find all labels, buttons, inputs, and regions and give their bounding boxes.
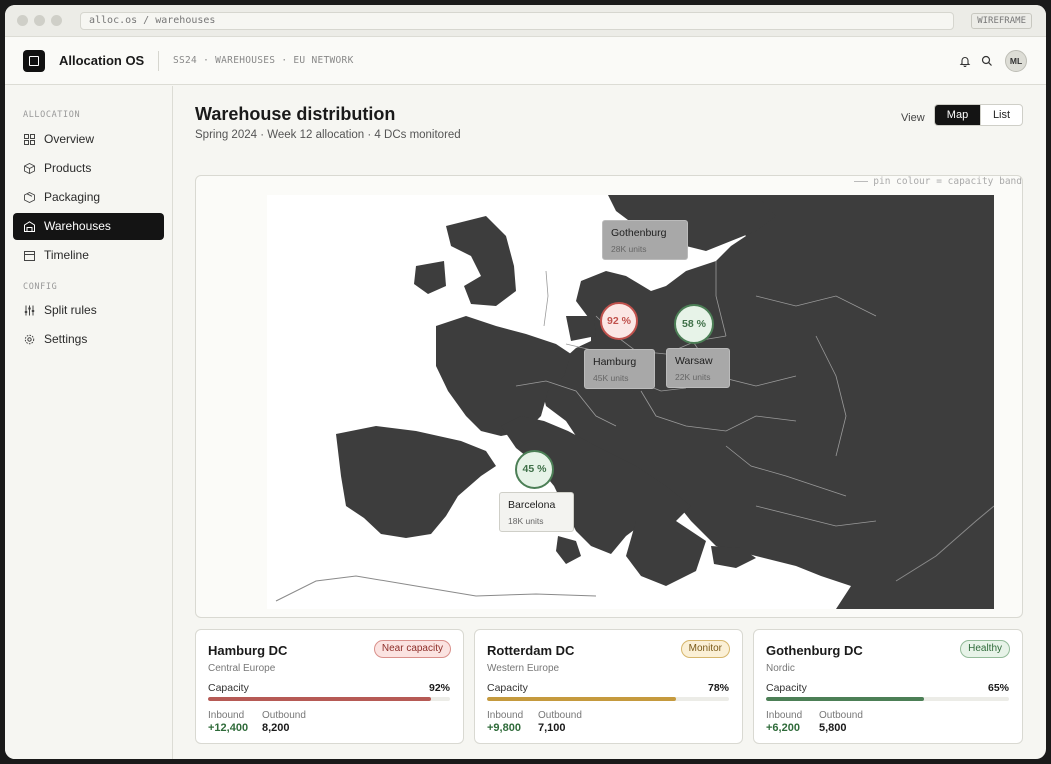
- main-content: Warehouse distribution Spring 2024 · Wee…: [173, 86, 1046, 759]
- sidebar-section-config: CONFIG: [23, 282, 58, 292]
- map-label-warsaw[interactable]: Warsaw 22K units: [666, 348, 730, 388]
- card-title: Rotterdam DC: [487, 643, 575, 658]
- app-logo[interactable]: [23, 50, 45, 72]
- page-subtitle: Spring 2024 · Week 12 allocation · 4 DCs…: [195, 129, 461, 141]
- gear-icon: [24, 334, 35, 345]
- sidebar-item-label: Split rules: [44, 303, 97, 317]
- map-label-units: 22K units: [675, 372, 711, 382]
- sidebar-item-label: Timeline: [44, 248, 89, 262]
- inbound-label: Inbound: [766, 710, 803, 721]
- outbound-value: 8,200: [262, 722, 290, 734]
- breadcrumb: SS24 · WAREHOUSES · EU NETWORK: [158, 51, 354, 71]
- card-region: Central Europe: [208, 663, 276, 674]
- capacity-value: 92%: [428, 682, 450, 694]
- warehouse-card-rotterdam[interactable]: Rotterdam DC Monitor Western Europe Capa…: [474, 629, 743, 744]
- sidebar-section-allocation: ALLOCATION: [23, 110, 81, 120]
- outbound-label: Outbound: [538, 710, 582, 721]
- map-label-units: 28K units: [611, 244, 647, 254]
- outbound-value: 7,100: [538, 722, 566, 734]
- view-toggle: Map List: [934, 104, 1023, 126]
- sidebar-item-label: Settings: [44, 332, 88, 346]
- map-label-units: 18K units: [508, 516, 544, 526]
- sidebar-item-label: Warehouses: [44, 219, 111, 233]
- maximize-window-button[interactable]: [51, 15, 62, 26]
- capacity-pin-warsaw[interactable]: 58 %: [674, 304, 714, 344]
- box-icon: [24, 163, 35, 174]
- app-header: Allocation OS SS24 · WAREHOUSES · EU NET…: [5, 37, 1046, 85]
- map-label-units: 45K units: [593, 373, 629, 383]
- sidebar-item-timeline[interactable]: Timeline: [13, 242, 164, 269]
- view-label: View: [901, 112, 925, 124]
- calendar-icon: [24, 251, 35, 261]
- wireframe-badge: WIREFRAME: [971, 13, 1032, 29]
- map-label-city: Warsaw: [675, 355, 713, 367]
- map-panel[interactable]: pin colour = capacity band Gothenburg 28…: [195, 175, 1023, 618]
- view-map-button[interactable]: Map: [935, 105, 980, 125]
- package-icon: [24, 192, 35, 203]
- card-title: Gothenburg DC: [766, 643, 863, 658]
- capacity-value: 65%: [987, 682, 1009, 694]
- outbound-label: Outbound: [819, 710, 863, 721]
- sidebar-item-overview[interactable]: Overview: [13, 126, 164, 153]
- capacity-value: 78%: [707, 682, 729, 694]
- search-icon[interactable]: [980, 54, 994, 68]
- capacity-bar-fill: [487, 697, 676, 701]
- inbound-label: Inbound: [208, 710, 245, 721]
- outbound-value: 5,800: [819, 722, 847, 734]
- inbound-label: Inbound: [487, 710, 524, 721]
- capacity-bar: [208, 697, 450, 701]
- map-label-barcelona[interactable]: Barcelona 18K units: [499, 492, 574, 532]
- title-bar: alloc.os / warehouses WIREFRAME: [5, 5, 1046, 37]
- capacity-label: Capacity: [487, 682, 528, 694]
- view-list-button[interactable]: List: [980, 105, 1022, 125]
- capacity-pin-hamburg[interactable]: 92 %: [600, 302, 638, 340]
- status-badge: Near capacity: [373, 640, 451, 658]
- capacity-pin-barcelona[interactable]: 45 %: [515, 450, 554, 489]
- card-region: Nordic: [766, 663, 795, 674]
- inbound-value: +9,800: [487, 722, 521, 734]
- sidebar-item-split-rules[interactable]: Split rules: [13, 297, 164, 324]
- address-bar[interactable]: alloc.os / warehouses: [80, 12, 954, 30]
- capacity-bar-fill: [208, 697, 431, 701]
- grid-icon: [24, 134, 35, 145]
- warehouse-card-hamburg[interactable]: Hamburg DC Near capacity Central Europe …: [195, 629, 464, 744]
- capacity-label: Capacity: [208, 682, 249, 694]
- inbound-value: +6,200: [766, 722, 800, 734]
- minimize-window-button[interactable]: [34, 15, 45, 26]
- close-window-button[interactable]: [17, 15, 28, 26]
- map-label-city: Barcelona: [508, 499, 556, 511]
- sidebar-item-settings[interactable]: Settings: [13, 326, 164, 353]
- status-badge: Healthy: [960, 640, 1010, 658]
- capacity-bar: [487, 697, 729, 701]
- inbound-value: +12,400: [208, 722, 249, 734]
- sidebar-item-label: Packaging: [44, 190, 101, 204]
- card-region: Western Europe: [487, 663, 560, 674]
- status-badge: Monitor: [680, 640, 730, 658]
- sidebar-item-packaging[interactable]: Packaging: [13, 184, 164, 211]
- capacity-bar: [766, 697, 1009, 701]
- map-label-gothenburg[interactable]: Gothenburg 28K units: [602, 220, 688, 260]
- warehouse-card-gothenburg[interactable]: Gothenburg DC Healthy Nordic Capacity 65…: [753, 629, 1023, 744]
- map-label-city: Hamburg: [593, 356, 637, 368]
- map-label-city: Gothenburg: [611, 227, 667, 239]
- app-window: alloc.os / warehouses WIREFRAME Allocati…: [5, 5, 1046, 759]
- sidebar-item-label: Overview: [44, 132, 95, 146]
- sidebar: ALLOCATION Overview Products Packaging W…: [5, 86, 173, 759]
- map-label-hamburg[interactable]: Hamburg 45K units: [584, 349, 655, 389]
- sidebar-item-label: Products: [44, 161, 92, 175]
- warehouse-icon: [24, 221, 35, 232]
- avatar[interactable]: ML: [1005, 50, 1027, 72]
- outbound-label: Outbound: [262, 710, 306, 721]
- app-name: Allocation OS: [59, 53, 145, 68]
- card-title: Hamburg DC: [208, 643, 288, 658]
- sidebar-item-products[interactable]: Products: [13, 155, 164, 182]
- capacity-label: Capacity: [766, 682, 807, 694]
- sliders-icon: [24, 305, 35, 316]
- sidebar-item-warehouses[interactable]: Warehouses: [13, 213, 164, 240]
- page-title: Warehouse distribution: [195, 104, 396, 124]
- bell-icon[interactable]: [958, 54, 972, 68]
- capacity-bar-fill: [766, 697, 924, 701]
